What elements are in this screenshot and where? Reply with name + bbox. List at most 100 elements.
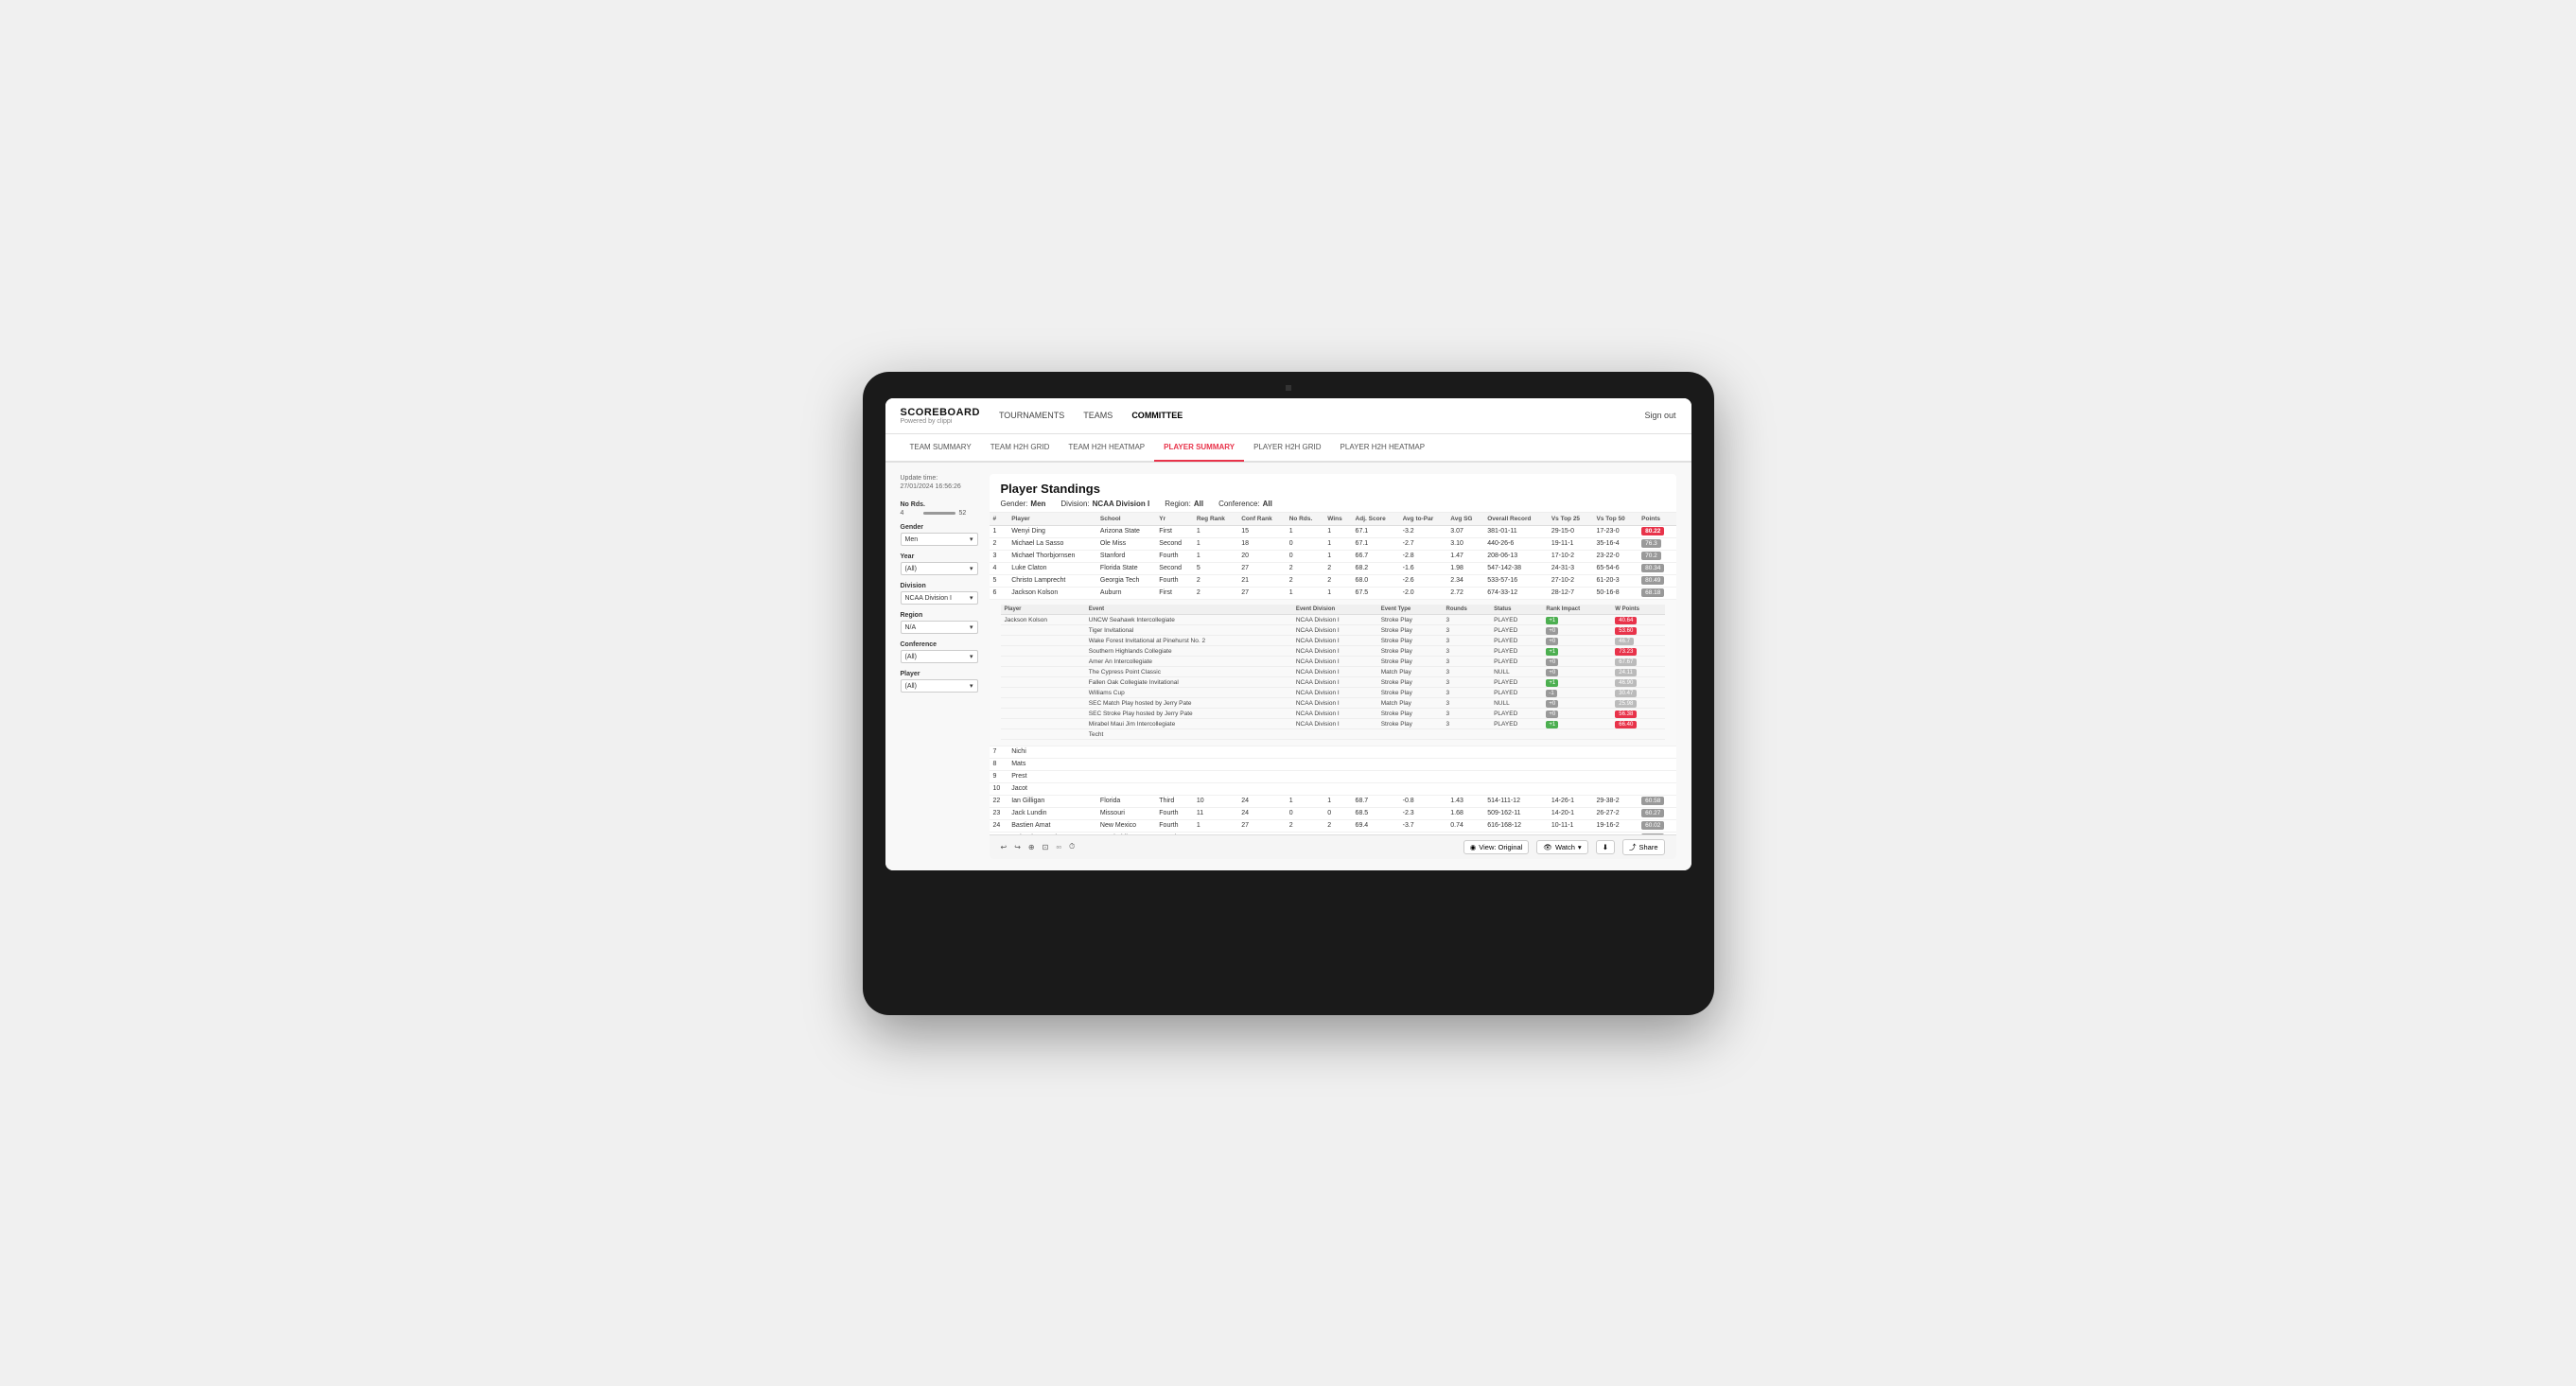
- logo-area: SCOREBOARD Powered by clippi: [901, 407, 980, 425]
- gender-select[interactable]: Men ▾: [901, 533, 978, 546]
- wins-cell: 1: [1323, 525, 1351, 537]
- points-cell[interactable]: 60.02: [1638, 819, 1675, 832]
- points-cell[interactable]: 76.3: [1638, 537, 1675, 550]
- adj-score-cell: 68.2: [1352, 562, 1399, 574]
- tt-rounds: 3: [1442, 709, 1490, 719]
- nav-committee[interactable]: COMMITTEE: [1131, 409, 1183, 422]
- watch-icon: 👁: [1543, 843, 1552, 851]
- tt-event: SEC Match Play hosted by Jerry Pate: [1085, 698, 1292, 709]
- tooltip-event-row: Jackson Kolson UNCW Seahawk Intercollegi…: [1001, 615, 1665, 625]
- bottom-toolbar: ↩ ↪ ⊕ ⊡ ▫▫ ⏱ ◉ View: Original 👁: [990, 834, 1676, 859]
- points-cell[interactable]: 60.58: [1638, 795, 1675, 807]
- avg-sg-cell: 2.34: [1446, 574, 1483, 587]
- no-rds-cell: 1: [1286, 587, 1324, 599]
- no-rds-slider-row: 4 52: [901, 510, 978, 517]
- record-cell: 674-33-12: [1483, 587, 1548, 599]
- nav-teams[interactable]: TEAMS: [1083, 409, 1113, 422]
- view-original-button[interactable]: ◉ View: Original: [1463, 840, 1530, 854]
- points-cell[interactable]: 80.49: [1638, 574, 1675, 587]
- th-vs50: Vs Top 50: [1592, 513, 1638, 526]
- tooltip-event-row: Amer An Intercollegiate NCAA Division I …: [1001, 657, 1665, 667]
- tt-status: PLAYED: [1490, 636, 1542, 646]
- rank-cell: 8: [990, 758, 1008, 770]
- school-cell: New Mexico: [1096, 819, 1155, 832]
- conf-rank-cell: 27: [1237, 562, 1285, 574]
- tt-rank-impact: [1542, 729, 1611, 740]
- no-rds-to: 52: [959, 510, 978, 517]
- sign-out-link[interactable]: Sign out: [1644, 411, 1675, 420]
- copy-button[interactable]: ⊕: [1028, 843, 1035, 851]
- avg-sg-cell: 1.43: [1446, 795, 1483, 807]
- redo-button[interactable]: ↪: [1014, 843, 1021, 851]
- avg-sg-cell: 3.07: [1446, 525, 1483, 537]
- tab-team-h2h-heatmap[interactable]: TEAM H2H HEATMAP: [1059, 435, 1154, 462]
- tt-type: Stroke Play: [1377, 646, 1443, 657]
- year-select[interactable]: (All) ▾: [901, 562, 978, 575]
- paste-button[interactable]: ⊡: [1043, 843, 1049, 851]
- tt-rounds: 3: [1442, 646, 1490, 657]
- filter-division-display: Division: NCAA Division I: [1060, 500, 1149, 508]
- filter-row: Gender: Men Division: NCAA Division I Re…: [1001, 500, 1665, 508]
- download-button[interactable]: ⬇: [1596, 840, 1615, 854]
- table-container[interactable]: # Player School Yr Reg Rank Conf Rank No…: [990, 513, 1676, 834]
- points-cell[interactable]: 68.18: [1638, 587, 1675, 599]
- tab-player-h2h-grid[interactable]: PLAYER H2H GRID: [1244, 435, 1330, 462]
- tt-rounds: [1442, 729, 1490, 740]
- vs50-cell: 17-23-0: [1592, 525, 1638, 537]
- adj-score-cell: 66.7: [1352, 550, 1399, 562]
- yr-cell: Fourth: [1155, 807, 1193, 819]
- tt-status: NULL: [1490, 667, 1542, 677]
- player-select[interactable]: (All) ▾: [901, 679, 978, 693]
- region-select[interactable]: N/A ▾: [901, 621, 978, 634]
- to-par-cell: -1.6: [1399, 562, 1447, 574]
- wins-cell: 2: [1323, 562, 1351, 574]
- clock-button[interactable]: ⏱: [1069, 842, 1075, 851]
- wins-cell: 2: [1323, 819, 1351, 832]
- tt-h-status: Status: [1490, 605, 1542, 615]
- tt-rank-impact: +0: [1542, 636, 1611, 646]
- share-button[interactable]: ⤴ Share: [1622, 839, 1665, 855]
- no-rds-cell: 1: [1286, 795, 1324, 807]
- tt-rounds: 3: [1442, 688, 1490, 698]
- vs50-cell: 50-16-8: [1592, 587, 1638, 599]
- tab-player-h2h-heatmap[interactable]: PLAYER H2H HEATMAP: [1331, 435, 1435, 462]
- year-label: Year: [901, 553, 978, 560]
- points-cell[interactable]: 70.2: [1638, 550, 1675, 562]
- nav-tournaments[interactable]: TOURNAMENTS: [999, 409, 1064, 422]
- no-rds-cell: 0: [1286, 537, 1324, 550]
- vs25-cell: 24-31-3: [1548, 562, 1593, 574]
- tooltip-event-row: Wake Forest Invitational at Pinehurst No…: [1001, 636, 1665, 646]
- nav-links: TOURNAMENTS TEAMS COMMITTEE: [999, 409, 1645, 422]
- tt-w-points: [1611, 729, 1664, 740]
- yr-cell: Fourth: [1155, 574, 1193, 587]
- undo-button[interactable]: ↩: [1001, 843, 1008, 851]
- no-rds-track[interactable]: [923, 512, 955, 515]
- conf-rank-cell: 20: [1237, 550, 1285, 562]
- conference-select[interactable]: (All) ▾: [901, 650, 978, 663]
- points-cell[interactable]: 80.22: [1638, 525, 1675, 537]
- main-content: Update time: 27/01/2024 16:56:26 No Rds.…: [885, 463, 1691, 870]
- avg-sg-cell: 1.47: [1446, 550, 1483, 562]
- avg-sg-cell: 2.72: [1446, 587, 1483, 599]
- other-button[interactable]: ▫▫: [1056, 843, 1061, 851]
- filter-gender: Gender Men ▾: [901, 524, 978, 546]
- to-par-cell: -2.6: [1399, 574, 1447, 587]
- record-cell: 616-168-12: [1483, 819, 1548, 832]
- tt-type: Stroke Play: [1377, 615, 1443, 625]
- no-rds-cell: 2: [1286, 562, 1324, 574]
- avg-sg-cell: 0.74: [1446, 819, 1483, 832]
- division-select[interactable]: NCAA Division I ▾: [901, 591, 978, 605]
- watch-button[interactable]: 👁 Watch ▾: [1536, 840, 1587, 854]
- th-reg-rank: Reg Rank: [1193, 513, 1237, 526]
- tt-rank-impact: +0: [1542, 667, 1611, 677]
- points-cell[interactable]: 60.27: [1638, 807, 1675, 819]
- tab-player-summary[interactable]: PLAYER SUMMARY: [1154, 435, 1244, 462]
- points-cell[interactable]: 80.34: [1638, 562, 1675, 574]
- tt-rank-impact: +0: [1542, 625, 1611, 636]
- adj-score-cell: 68.7: [1352, 795, 1399, 807]
- th-adj-score: Adj. Score: [1352, 513, 1399, 526]
- tt-type: Stroke Play: [1377, 657, 1443, 667]
- tab-team-summary[interactable]: TEAM SUMMARY: [901, 435, 981, 462]
- tab-team-h2h-grid[interactable]: TEAM H2H GRID: [981, 435, 1060, 462]
- vs25-cell: 29-15-0: [1548, 525, 1593, 537]
